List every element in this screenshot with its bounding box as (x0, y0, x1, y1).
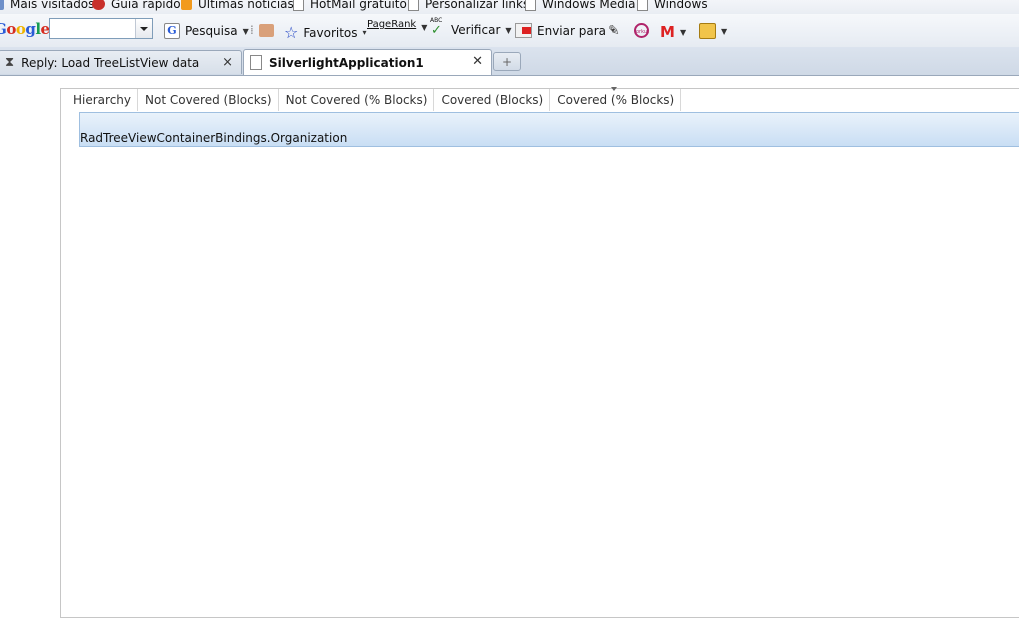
bookmark-hotmail[interactable]: HotMail gratuito (293, 0, 407, 11)
puzzle-icon (699, 23, 716, 39)
row-hierarchy-cell: RadTreeViewContainerBindings.Organizatio… (80, 131, 348, 145)
enviar-para-button[interactable]: Enviar para ▾ (515, 23, 615, 38)
checkmark-icon: ✓ (431, 23, 442, 38)
enviar-label: Enviar para (537, 23, 606, 38)
bookmark-windows-media[interactable]: Windows Media (525, 0, 635, 11)
page-content: Hierarchy Not Covered (Blocks) Not Cover… (0, 76, 1019, 639)
pesquisa-button[interactable]: G Pesquisa ▼ (164, 23, 249, 39)
plus-icon: + (501, 55, 513, 69)
tab-title: SilverlightApplication1 (269, 55, 424, 70)
page-icon (408, 0, 419, 11)
bookmark-personalizar-links[interactable]: Personalizar links (408, 0, 529, 11)
bookmark-label: Windows Media (542, 0, 636, 11)
send-icon (515, 23, 532, 38)
pagerank-button[interactable]: PageRank ▼ (367, 19, 427, 33)
bookmark-ultimas-noticias[interactable]: Últimas notícias (181, 0, 294, 11)
close-icon[interactable]: ✕ (472, 54, 483, 69)
bookmark-label: Windows (654, 0, 708, 11)
column-header-covered-blocks[interactable]: Covered (Blocks) (434, 89, 551, 111)
gmail-icon: M (660, 23, 675, 41)
loading-icon: ⧗ (5, 55, 15, 70)
bookmark-label: Personalizar links (425, 0, 530, 11)
close-icon[interactable]: × (222, 55, 233, 70)
bookmarks-toolbar: Mais visitados Guia rápido Últimas notíc… (0, 0, 1019, 14)
page-icon (293, 0, 304, 11)
page-icon (525, 0, 536, 11)
orkut-icon: orkut (634, 23, 649, 38)
rss-icon (181, 0, 192, 10)
tab-reply-load-treelistview[interactable]: ⧗ Reply: Load TreeListView data × (0, 50, 242, 74)
firefox-icon (92, 0, 105, 10)
chevron-down-icon[interactable] (135, 19, 152, 38)
bookmark-label: Guia rápido (111, 0, 181, 11)
column-header-covered-pct[interactable]: Covered (% Blocks) (550, 87, 682, 111)
notebook-icon[interactable] (258, 23, 274, 37)
arrow-icon (522, 27, 531, 34)
bookmark-windows[interactable]: Windows (637, 0, 708, 11)
verificar-label: Verificar (451, 23, 501, 37)
chevron-down-icon[interactable]: ▼ (680, 28, 686, 37)
tree-list-view[interactable]: Hierarchy Not Covered (Blocks) Not Cover… (60, 87, 1019, 618)
bookmark-label: HotMail gratuito (310, 0, 407, 11)
new-tab-button[interactable]: + (493, 52, 521, 71)
column-header-hierarchy[interactable]: Hierarchy (66, 89, 139, 111)
grip-icon: ⁞ (250, 23, 254, 37)
chevron-down-icon[interactable]: ▼ (243, 27, 249, 36)
chevron-down-icon[interactable]: ▾ (363, 28, 367, 37)
column-header-not-covered-blocks[interactable]: Not Covered (Blocks) (138, 89, 279, 111)
bookmark-tools[interactable]: ⁞ (250, 23, 274, 37)
favoritos-label: Favoritos (303, 25, 358, 40)
chevron-down-icon[interactable]: ▼ (721, 27, 727, 36)
bookmark-label: Mais visitados (10, 0, 95, 11)
table-row[interactable]: RadTreeViewContainerBindings.Organizatio… (79, 112, 1019, 147)
verificar-button[interactable]: ABC ✓ Verificar ▼ (430, 17, 512, 38)
page-icon (637, 0, 648, 11)
tab-title: Reply: Load TreeListView data (21, 55, 200, 70)
highlighter-button[interactable]: ✎ (608, 23, 620, 39)
bookmark-label: Últimas notícias (198, 0, 294, 11)
column-header-not-covered-pct[interactable]: Not Covered (% Blocks) (279, 89, 435, 111)
tab-silverlightapplication1[interactable]: SilverlightApplication1 ✕ (243, 49, 492, 75)
favoritos-button[interactable]: ☆ Favoritos ▾ (284, 23, 367, 42)
google-logo[interactable]: Google (0, 20, 50, 38)
column-headers: Hierarchy Not Covered (Blocks) Not Cover… (66, 87, 682, 111)
spellcheck-icon: ABC ✓ (430, 17, 446, 38)
google-g-icon: G (164, 23, 180, 39)
highlighter-icon: ✎ (608, 23, 620, 39)
orkut-button[interactable]: orkut (634, 23, 649, 38)
sort-indicator-icon (611, 87, 618, 91)
gmail-button[interactable]: M ▼ (660, 23, 686, 41)
pagerank-label: PageRank (367, 19, 417, 30)
tab-strip: ⧗ Reply: Load TreeListView data × Silver… (0, 47, 1019, 76)
star-icon: ☆ (284, 23, 299, 42)
star-icon (0, 0, 4, 10)
google-toolbar: Google G Pesquisa ▼ ⁞ ☆ Favoritos ▾ Page… (0, 14, 1019, 48)
pesquisa-label: Pesquisa (185, 24, 238, 38)
chevron-down-icon[interactable]: ▼ (505, 26, 511, 35)
bookmark-guia-rapido[interactable]: Guia rápido (92, 0, 181, 11)
chevron-down-icon[interactable]: ▼ (421, 23, 427, 32)
page-icon (250, 55, 262, 70)
settings-button[interactable]: ▼ (699, 23, 727, 39)
google-search-input[interactable] (49, 18, 153, 39)
column-header-label: Covered (% Blocks) (557, 93, 675, 107)
bookmark-mais-visitados[interactable]: Mais visitados (0, 0, 94, 11)
